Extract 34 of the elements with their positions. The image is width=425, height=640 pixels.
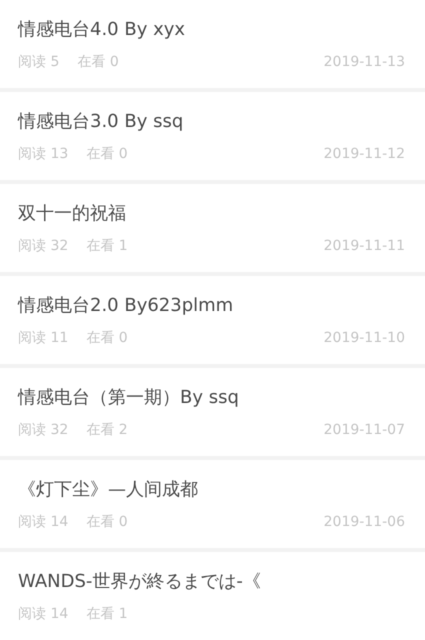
article-title: 情感电台3.0 By ssq — [18, 110, 184, 134]
article-card[interactable]: 《灯下尘》—人间成都 阅读 14 在看 0 2019-11-06 — [0, 460, 425, 548]
publish-date: 2019-11-11 — [324, 237, 405, 256]
viewing-count: 在看 2 — [86, 421, 128, 440]
viewing-count: 在看 0 — [86, 329, 128, 348]
publish-date: 2019-11-12 — [324, 145, 405, 164]
read-count: 阅读 13 — [18, 145, 68, 164]
article-card[interactable]: 情感电台4.0 By xyx 阅读 5 在看 0 2019-11-13 — [0, 0, 425, 88]
article-title: 《灯下尘》—人间成都 — [18, 478, 199, 502]
viewing-count: 在看 0 — [77, 53, 119, 72]
article-card[interactable]: WANDS-世界が終るまでは-《 阅读 14 在看 1 — [0, 552, 425, 640]
read-count: 阅读 32 — [18, 421, 68, 440]
viewing-count: 在看 1 — [86, 605, 128, 624]
article-card[interactable]: 情感电台2.0 By623plmm 阅读 11 在看 0 2019-11-10 — [0, 276, 425, 364]
article-title: WANDS-世界が終るまでは-《 — [18, 570, 262, 594]
read-count: 阅读 14 — [18, 513, 68, 532]
viewing-count: 在看 1 — [86, 237, 128, 256]
read-count: 阅读 5 — [18, 53, 60, 72]
article-title: 双十一的祝福 — [18, 202, 127, 226]
viewing-count: 在看 0 — [86, 145, 128, 164]
article-card[interactable]: 双十一的祝福 阅读 32 在看 1 2019-11-11 — [0, 184, 425, 272]
read-count: 阅读 32 — [18, 237, 68, 256]
publish-date: 2019-11-13 — [324, 53, 405, 72]
read-count: 阅读 11 — [18, 329, 68, 348]
viewing-count: 在看 0 — [86, 513, 128, 532]
publish-date: 2019-11-07 — [324, 421, 405, 440]
publish-date: 2019-11-06 — [324, 513, 405, 532]
read-count: 阅读 14 — [18, 605, 68, 624]
article-card[interactable]: 情感电台（第一期）By ssq 阅读 32 在看 2 2019-11-07 — [0, 368, 425, 456]
article-title: 情感电台（第一期）By ssq — [18, 386, 240, 410]
article-title: 情感电台4.0 By xyx — [18, 18, 186, 42]
article-title: 情感电台2.0 By623plmm — [18, 294, 234, 318]
publish-date: 2019-11-10 — [324, 329, 405, 348]
article-card[interactable]: 情感电台3.0 By ssq 阅读 13 在看 0 2019-11-12 — [0, 92, 425, 180]
